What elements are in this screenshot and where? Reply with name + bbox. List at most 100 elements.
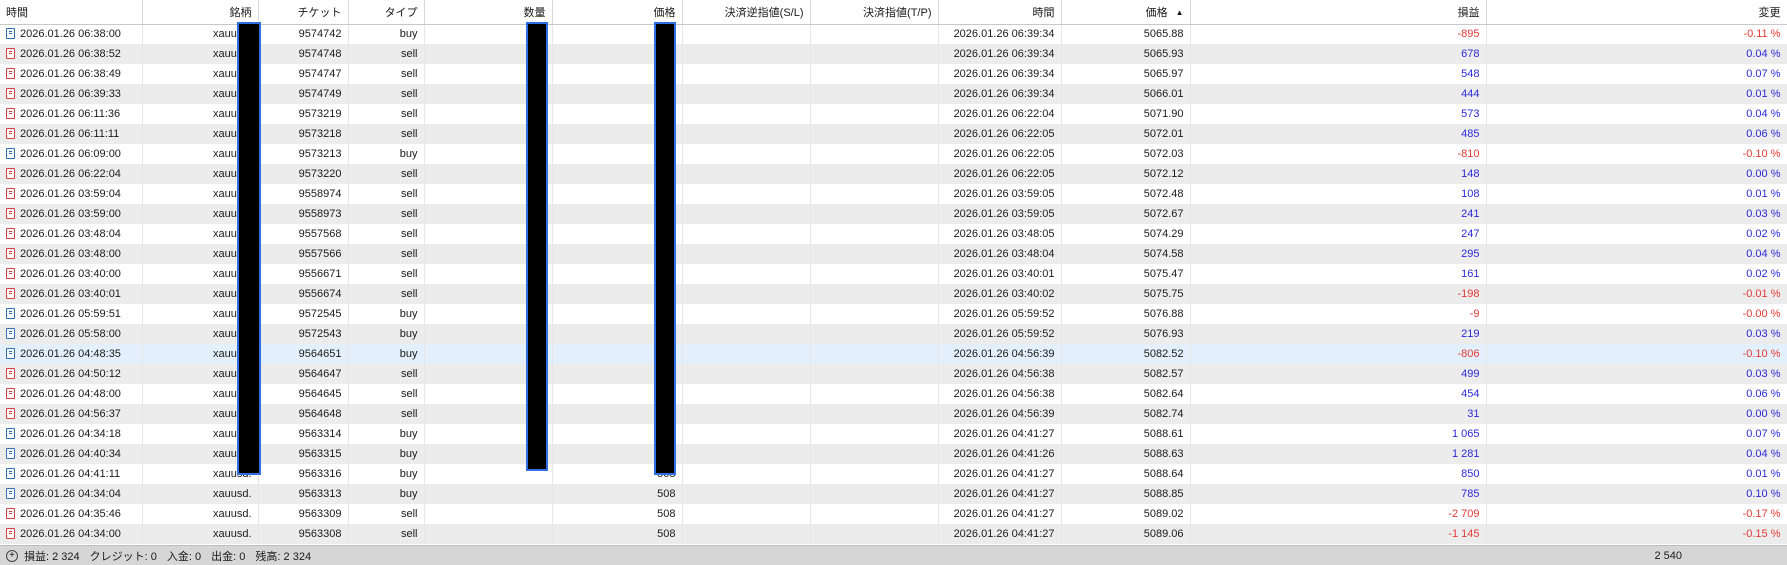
table-row[interactable]: 2026.01.26 04:48:35xauusd.9564651buy5082… <box>0 344 1787 364</box>
table-row[interactable]: 2026.01.26 06:39:33xauusd.9574749sell506… <box>0 84 1787 104</box>
table-row[interactable]: 2026.01.26 04:34:00 xauusd. 9563308 sell 508… <box>0 524 1787 544</box>
cell-close-time: 2026.01.26 03:59:05 <box>938 204 1062 224</box>
table-row[interactable]: 2026.01.26 04:35:46 xauusd. 9563309 sell 508… <box>0 504 1787 524</box>
cell-change: 0.06 % <box>1486 124 1787 144</box>
status-withdraw: 出金: 0 <box>211 550 246 563</box>
cell-close-price: 5082.52 <box>1061 344 1191 364</box>
cell-ticket: 9563316 <box>258 464 349 484</box>
table-row[interactable]: 2026.01.26 06:11:36xauusd.9573219sell507… <box>0 104 1787 124</box>
cell-change: 0.01 % <box>1486 84 1787 104</box>
cell-open-time: 2026.01.26 06:38:00 <box>0 24 143 44</box>
cell-close-price: 5089.06 <box>1061 524 1191 544</box>
status-bar: + 損益: 2 324 クレジット: 0 入金: 0 出金: 0 残高: 2 3… <box>0 545 1787 565</box>
cell-change: 0.03 % <box>1486 364 1787 384</box>
cell-type: buy <box>348 24 425 44</box>
cell-close-price: 5088.63 <box>1061 444 1191 464</box>
table-row[interactable]: 2026.01.26 05:58:00xauusd.9572543buy5072… <box>0 324 1787 344</box>
cell-profit: -895 <box>1190 24 1487 44</box>
col-symbol[interactable]: 銘柄 <box>142 0 259 25</box>
cell-close-time: 2026.01.26 06:39:34 <box>938 44 1062 64</box>
cell-type: sell <box>348 264 425 284</box>
cell-change: 0.06 % <box>1486 384 1787 404</box>
cell-ticket: 9563315 <box>258 444 349 464</box>
col-ticket[interactable]: チケット <box>258 0 349 25</box>
cell-close-time: 2026.01.26 03:59:05 <box>938 184 1062 204</box>
cell-stop-loss <box>682 64 811 84</box>
col-take-profit[interactable]: 決済指値(T/P) <box>810 0 939 25</box>
table-row[interactable]: 2026.01.26 04:48:00xauusd.9564645sell508… <box>0 384 1787 404</box>
cell-type: sell <box>348 364 425 384</box>
col-profit[interactable]: 損益 <box>1190 0 1487 25</box>
table-row[interactable]: 2026.01.26 03:40:01xauusd.9556674sell507… <box>0 284 1787 304</box>
table-row[interactable]: 2026.01.26 03:40:00xauusd.9556671sell507… <box>0 264 1787 284</box>
cell-change: -0.10 % <box>1486 144 1787 164</box>
cell-type: sell <box>348 44 425 64</box>
cell-stop-loss <box>682 404 811 424</box>
cell-ticket: 9573220 <box>258 164 349 184</box>
table-row[interactable]: 2026.01.26 04:34:18xauusd.9563314buy5082… <box>0 424 1787 444</box>
cell-stop-loss <box>682 504 811 524</box>
table-row[interactable]: 2026.01.26 03:59:00xauusd.9558973sell507… <box>0 204 1787 224</box>
table-row[interactable]: 2026.01.26 06:38:00xauusd.9574742buy5072… <box>0 24 1787 44</box>
cell-ticket: 9564647 <box>258 364 349 384</box>
cell-change: 0.07 % <box>1486 64 1787 84</box>
cell-stop-loss <box>682 524 811 544</box>
col-price[interactable]: 価格 <box>552 0 683 25</box>
cell-close-time: 2026.01.26 03:48:04 <box>938 244 1062 264</box>
cell-profit: 148 <box>1190 164 1487 184</box>
cell-close-price: 5065.93 <box>1061 44 1191 64</box>
open-time-text: 2026.01.26 04:34:04 <box>20 488 121 500</box>
cell-open-time: 2026.01.26 06:09:00 <box>0 144 143 164</box>
col-type[interactable]: タイプ <box>348 0 425 25</box>
table-row[interactable]: 2026.01.26 05:59:51xauusd.9572545buy5072… <box>0 304 1787 324</box>
cell-profit: 161 <box>1190 264 1487 284</box>
expand-plus-icon[interactable]: + <box>6 549 18 562</box>
cell-change: -0.10 % <box>1486 344 1787 364</box>
cell-close-time: 2026.01.26 04:56:38 <box>938 364 1062 384</box>
cell-open-time: 2026.01.26 04:34:00 <box>0 524 143 544</box>
table-row[interactable]: 2026.01.26 03:48:04xauusd.9557568sell507… <box>0 224 1787 244</box>
open-time-text: 2026.01.26 06:11:36 <box>20 108 121 120</box>
table-row[interactable]: 2026.01.26 06:09:00xauusd.9573213buy5072… <box>0 144 1787 164</box>
cell-close-price: 5082.74 <box>1061 404 1191 424</box>
col-change[interactable]: 変更 <box>1486 0 1787 25</box>
cell-ticket: 9574749 <box>258 84 349 104</box>
deal-document-icon <box>6 508 15 519</box>
cell-close-time: 2026.01.26 04:41:27 <box>938 464 1062 484</box>
open-time-text: 2026.01.26 06:38:00 <box>20 28 121 41</box>
cell-ticket: 9557566 <box>258 244 349 264</box>
cell-stop-loss <box>682 44 811 64</box>
redaction-block-price <box>654 22 676 475</box>
col-open-time[interactable]: 時間 <box>0 0 143 25</box>
col-close-price[interactable]: 価格 ▲ <box>1061 0 1191 25</box>
cell-close-price: 5089.02 <box>1061 504 1191 524</box>
table-row[interactable]: 2026.01.26 04:34:04 xauusd. 9563313 buy 508 2… <box>0 484 1787 504</box>
cell-stop-loss <box>682 484 811 504</box>
table-row[interactable]: 2026.01.26 04:50:12xauusd.9564647sell508… <box>0 364 1787 384</box>
table-row[interactable]: 2026.01.26 04:40:34xauusd.9563315buy5082… <box>0 444 1787 464</box>
redaction-block-symbol <box>237 22 261 475</box>
cell-change: 0.04 % <box>1486 104 1787 124</box>
open-time-text: 2026.01.26 03:48:00 <box>20 248 121 260</box>
cell-stop-loss <box>682 384 811 404</box>
table-row[interactable]: 2026.01.26 04:41:11xauusd.9563316buy5082… <box>0 464 1787 484</box>
table-row[interactable]: 2026.01.26 03:48:00xauusd.9557566sell507… <box>0 244 1787 264</box>
open-time-text: 2026.01.26 06:09:00 <box>20 148 121 160</box>
table-row[interactable]: 2026.01.26 06:38:49xauusd.9574747sell506… <box>0 64 1787 84</box>
cell-change: -0.01 % <box>1486 284 1787 304</box>
col-stop-loss[interactable]: 決済逆指値(S/L) <box>682 0 811 25</box>
table-row[interactable]: 2026.01.26 04:56:37xauusd.9564648sell508… <box>0 404 1787 424</box>
table-row[interactable]: 2026.01.26 06:22:04xauusd.9573220sell507… <box>0 164 1787 184</box>
cell-take-profit <box>810 284 939 304</box>
cell-profit: 785 <box>1190 484 1487 504</box>
col-close-time[interactable]: 時間 <box>938 0 1062 25</box>
cell-close-price: 5065.97 <box>1061 64 1191 84</box>
cell-close-time: 2026.01.26 04:41:27 <box>938 524 1062 544</box>
col-volume[interactable]: 数量 <box>424 0 553 25</box>
cell-stop-loss <box>682 304 811 324</box>
table-row[interactable]: 2026.01.26 06:11:11xauusd.9573218sell507… <box>0 124 1787 144</box>
table-row[interactable]: 2026.01.26 03:59:04xauusd.9558974sell507… <box>0 184 1787 204</box>
history-table: 時間 銘柄 チケット タイプ 数量 価格 決済逆指値(S/L) 決済指値(T/P… <box>0 0 1787 544</box>
table-row[interactable]: 2026.01.26 06:38:52xauusd.9574748sell506… <box>0 44 1787 64</box>
cell-type: buy <box>348 444 425 464</box>
